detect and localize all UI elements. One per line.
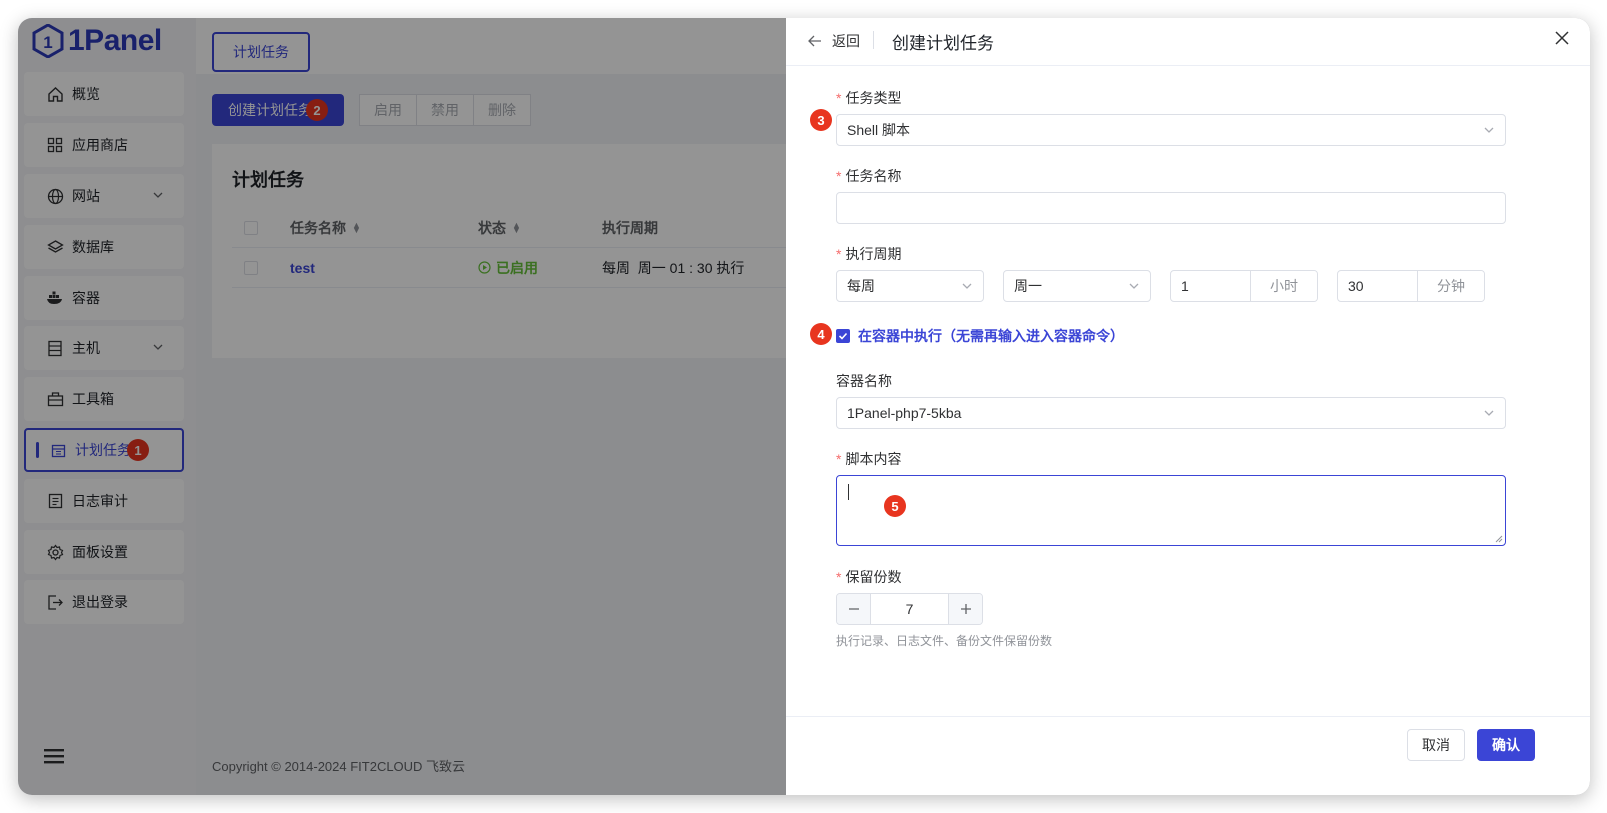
drawer-footer: 取消 确认 [786, 716, 1590, 795]
task-name-input[interactable] [836, 192, 1506, 224]
retain-hint: 执行记录、日志文件、备份文件保留份数 [836, 634, 1053, 648]
cancel-button[interactable]: 取消 [1407, 729, 1465, 761]
resize-handle-icon[interactable] [1495, 535, 1503, 543]
annotation-badge: 4 [810, 323, 832, 345]
minute-value[interactable]: 30 [1338, 271, 1418, 301]
task-type-label: * 任务类型 [836, 90, 902, 106]
annotation-badge: 3 [810, 109, 832, 131]
container-name-select[interactable]: 1Panel-php7-5kba [836, 397, 1506, 429]
checkbox-checked-icon [836, 329, 850, 343]
cycle-minute-input[interactable]: 30 分钟 [1337, 270, 1485, 302]
create-cronjob-drawer: 返回 创建计划任务 * 任务类型 3 Shell 脚本 * 任务名称 * 执行周期 每… [786, 18, 1590, 795]
chevron-down-icon [1483, 406, 1495, 422]
increase-button[interactable] [949, 594, 982, 624]
minute-unit: 分钟 [1418, 271, 1484, 301]
in-container-checkbox[interactable]: 在容器中执行（无需再输入进入容器命令） [836, 326, 1124, 346]
cycle-hour-input[interactable]: 1 小时 [1170, 270, 1318, 302]
annotation-badge: 5 [884, 495, 906, 517]
chevron-down-icon [961, 279, 973, 295]
back-button[interactable]: 返回 [808, 31, 860, 51]
chevron-down-icon [1483, 123, 1495, 139]
confirm-button[interactable]: 确认 [1477, 729, 1535, 761]
arrow-left-icon [808, 35, 821, 47]
close-icon[interactable] [1554, 30, 1570, 51]
drawer-title: 创建计划任务 [892, 34, 994, 53]
minus-icon [848, 608, 859, 610]
hour-value[interactable]: 1 [1171, 271, 1251, 301]
cycle-weekday-select[interactable]: 周一 [1003, 270, 1151, 302]
hour-unit: 小时 [1251, 271, 1317, 301]
chevron-down-icon [1128, 279, 1140, 295]
retain-label: * 保留份数 [836, 569, 902, 585]
cycle-label: * 执行周期 [836, 246, 902, 262]
task-name-label: * 任务名称 [836, 168, 902, 184]
app-window: 1 1Panel 概览 应用商店 网站 数据库 容器 主机 工具箱 计划任务 1… [18, 18, 1590, 795]
retain-value[interactable]: 7 [870, 594, 949, 624]
retain-stepper[interactable]: 7 [836, 593, 983, 625]
text-caret [848, 484, 849, 500]
decrease-button[interactable] [837, 594, 870, 624]
container-name-label: 容器名称 [836, 373, 892, 389]
task-type-select[interactable]: Shell 脚本 [836, 114, 1506, 146]
script-label: * 脚本内容 [836, 451, 902, 467]
drawer-header: 返回 创建计划任务 [786, 18, 1590, 66]
script-textarea[interactable]: 5 [836, 475, 1506, 546]
cycle-type-select[interactable]: 每周 [836, 270, 984, 302]
header-divider [873, 31, 874, 49]
plus-icon [960, 604, 971, 614]
